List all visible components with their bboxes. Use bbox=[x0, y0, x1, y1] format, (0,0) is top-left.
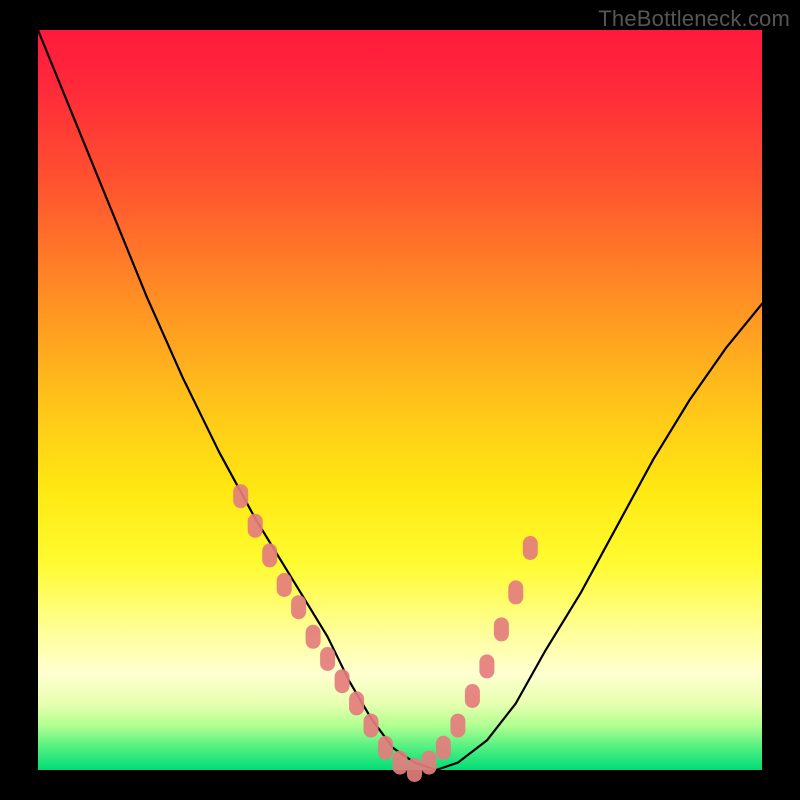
sample-point bbox=[393, 751, 408, 775]
sample-point bbox=[523, 536, 538, 560]
chart-plot-background bbox=[38, 30, 762, 770]
sample-point bbox=[364, 714, 379, 738]
sample-point bbox=[306, 625, 321, 649]
sample-point bbox=[320, 647, 335, 671]
sample-point bbox=[450, 714, 465, 738]
bottleneck-chart bbox=[0, 0, 800, 800]
sample-point bbox=[494, 617, 509, 641]
sample-point bbox=[248, 514, 263, 538]
sample-point bbox=[465, 684, 480, 708]
sample-point bbox=[479, 654, 494, 678]
sample-point bbox=[349, 691, 364, 715]
sample-point bbox=[508, 580, 523, 604]
sample-point bbox=[436, 736, 451, 760]
sample-point bbox=[262, 543, 277, 567]
sample-point bbox=[277, 573, 292, 597]
sample-point bbox=[422, 751, 437, 775]
sample-point bbox=[378, 736, 393, 760]
sample-point bbox=[291, 595, 306, 619]
sample-point bbox=[233, 484, 248, 508]
watermark-text: TheBottleneck.com bbox=[598, 6, 790, 32]
sample-point bbox=[335, 669, 350, 693]
chart-container: TheBottleneck.com bbox=[0, 0, 800, 800]
sample-point bbox=[407, 758, 422, 782]
